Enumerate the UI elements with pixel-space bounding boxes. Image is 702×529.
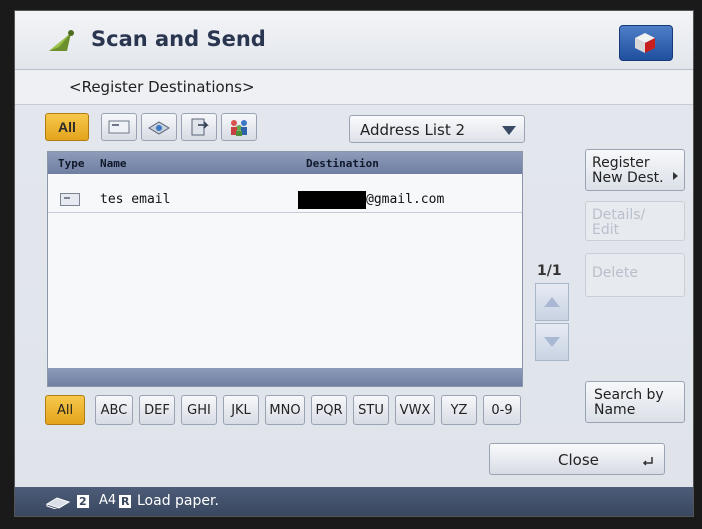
alpha-tab-label: STU bbox=[358, 402, 384, 418]
alpha-tab-mno[interactable]: MNO bbox=[265, 395, 305, 425]
chevron-down-icon bbox=[502, 126, 516, 135]
alpha-tab-pqr[interactable]: PQR bbox=[311, 395, 347, 425]
fax-folder-icon bbox=[191, 118, 209, 136]
scroll-down-button[interactable] bbox=[535, 323, 569, 361]
email-card-icon bbox=[60, 193, 80, 206]
page-indicator: 1/1 bbox=[537, 263, 562, 279]
type-filter-email[interactable] bbox=[101, 113, 137, 141]
alpha-tab-label: GHI bbox=[187, 402, 211, 418]
alpha-tab-abc[interactable]: ABC bbox=[95, 395, 133, 425]
group-icon bbox=[231, 120, 247, 136]
paper-count-badge: 2 bbox=[77, 495, 89, 508]
details-edit-button[interactable]: Details/ Edit bbox=[585, 201, 685, 241]
subheader: <Register Destinations> bbox=[15, 70, 693, 105]
type-filter-all-label: All bbox=[58, 119, 76, 135]
enter-icon bbox=[642, 457, 653, 466]
alpha-tab-label: All bbox=[56, 402, 74, 418]
alpha-tab-ghi[interactable]: GHI bbox=[181, 395, 217, 425]
alpha-tab-label: YZ bbox=[450, 402, 468, 418]
address-list-value: Address List 2 bbox=[360, 121, 466, 139]
alpha-tab-stu[interactable]: STU bbox=[353, 395, 389, 425]
type-filter-group[interactable] bbox=[221, 113, 257, 141]
title-bar: Scan and Send bbox=[15, 11, 693, 70]
delete-button[interactable]: Delete bbox=[585, 253, 685, 297]
list-header: Type Name Destination bbox=[48, 152, 522, 174]
delete-label: Delete bbox=[592, 265, 638, 281]
alpha-tab-label: VWX bbox=[399, 402, 431, 418]
alpha-tab-label: MNO bbox=[269, 402, 301, 418]
alpha-tab-all[interactable]: All bbox=[45, 395, 85, 425]
scroll-up-button[interactable] bbox=[535, 283, 569, 321]
list-footer bbox=[48, 368, 522, 386]
type-filter-fax[interactable] bbox=[181, 113, 217, 141]
alpha-tab-0-9[interactable]: 0-9 bbox=[483, 395, 521, 425]
column-type: Type bbox=[58, 157, 85, 170]
table-row[interactable]: tes email @gmail.com bbox=[48, 188, 522, 213]
status-message: Load paper. bbox=[137, 493, 219, 509]
paper-orientation-badge: R bbox=[119, 495, 132, 508]
search-by-name-label: Search by Name bbox=[594, 387, 664, 418]
card-icon bbox=[108, 120, 130, 134]
alpha-tab-def[interactable]: DEF bbox=[139, 395, 175, 425]
network-icon bbox=[148, 121, 170, 135]
printer-screen: Scan and Send <Register Destinations> Al… bbox=[14, 10, 694, 517]
paper-icon bbox=[45, 497, 71, 509]
details-edit-label: Details/ Edit bbox=[592, 207, 646, 238]
close-button[interactable]: Close bbox=[489, 443, 665, 475]
arrow-up-icon bbox=[544, 297, 560, 307]
alpha-tab-jkl[interactable]: JKL bbox=[223, 395, 259, 425]
alpha-tab-label: PQR bbox=[315, 402, 343, 418]
arrow-down-icon bbox=[544, 337, 560, 347]
register-new-dest-button[interactable]: Register New Dest. bbox=[585, 149, 685, 191]
arrow-right-icon bbox=[673, 172, 678, 180]
type-filter-all[interactable]: All bbox=[45, 113, 89, 141]
destination-list: Type Name Destination tes email @gmail.c… bbox=[47, 151, 523, 387]
paper-size: A4 bbox=[99, 493, 117, 508]
app-title: Scan and Send bbox=[91, 27, 266, 51]
system-monitor-button[interactable] bbox=[619, 25, 673, 61]
row-name: tes email bbox=[100, 192, 171, 207]
column-destination: Destination bbox=[306, 157, 379, 170]
system-monitor-icon bbox=[635, 33, 655, 53]
address-list-select[interactable]: Address List 2 bbox=[349, 115, 525, 143]
close-label: Close bbox=[558, 451, 599, 469]
alpha-tab-label: 0-9 bbox=[491, 402, 513, 418]
redacted-block bbox=[298, 191, 366, 209]
register-new-dest-label: Register New Dest. bbox=[592, 155, 664, 186]
type-filter-network[interactable] bbox=[141, 113, 177, 141]
column-name: Name bbox=[100, 157, 127, 170]
alpha-tab-label: DEF bbox=[144, 402, 170, 418]
row-destination: @gmail.com bbox=[366, 192, 445, 207]
alpha-tab-label: JKL bbox=[231, 402, 251, 418]
search-by-name-button[interactable]: Search by Name bbox=[585, 381, 685, 423]
alpha-tab-vwx[interactable]: VWX bbox=[395, 395, 435, 425]
scan-send-icon bbox=[49, 30, 74, 51]
alpha-tab-label: ABC bbox=[100, 402, 128, 418]
page-subtitle: <Register Destinations> bbox=[69, 78, 255, 96]
alpha-tab-yz[interactable]: YZ bbox=[441, 395, 477, 425]
status-bar: 2 A4 R Load paper. bbox=[15, 487, 693, 516]
